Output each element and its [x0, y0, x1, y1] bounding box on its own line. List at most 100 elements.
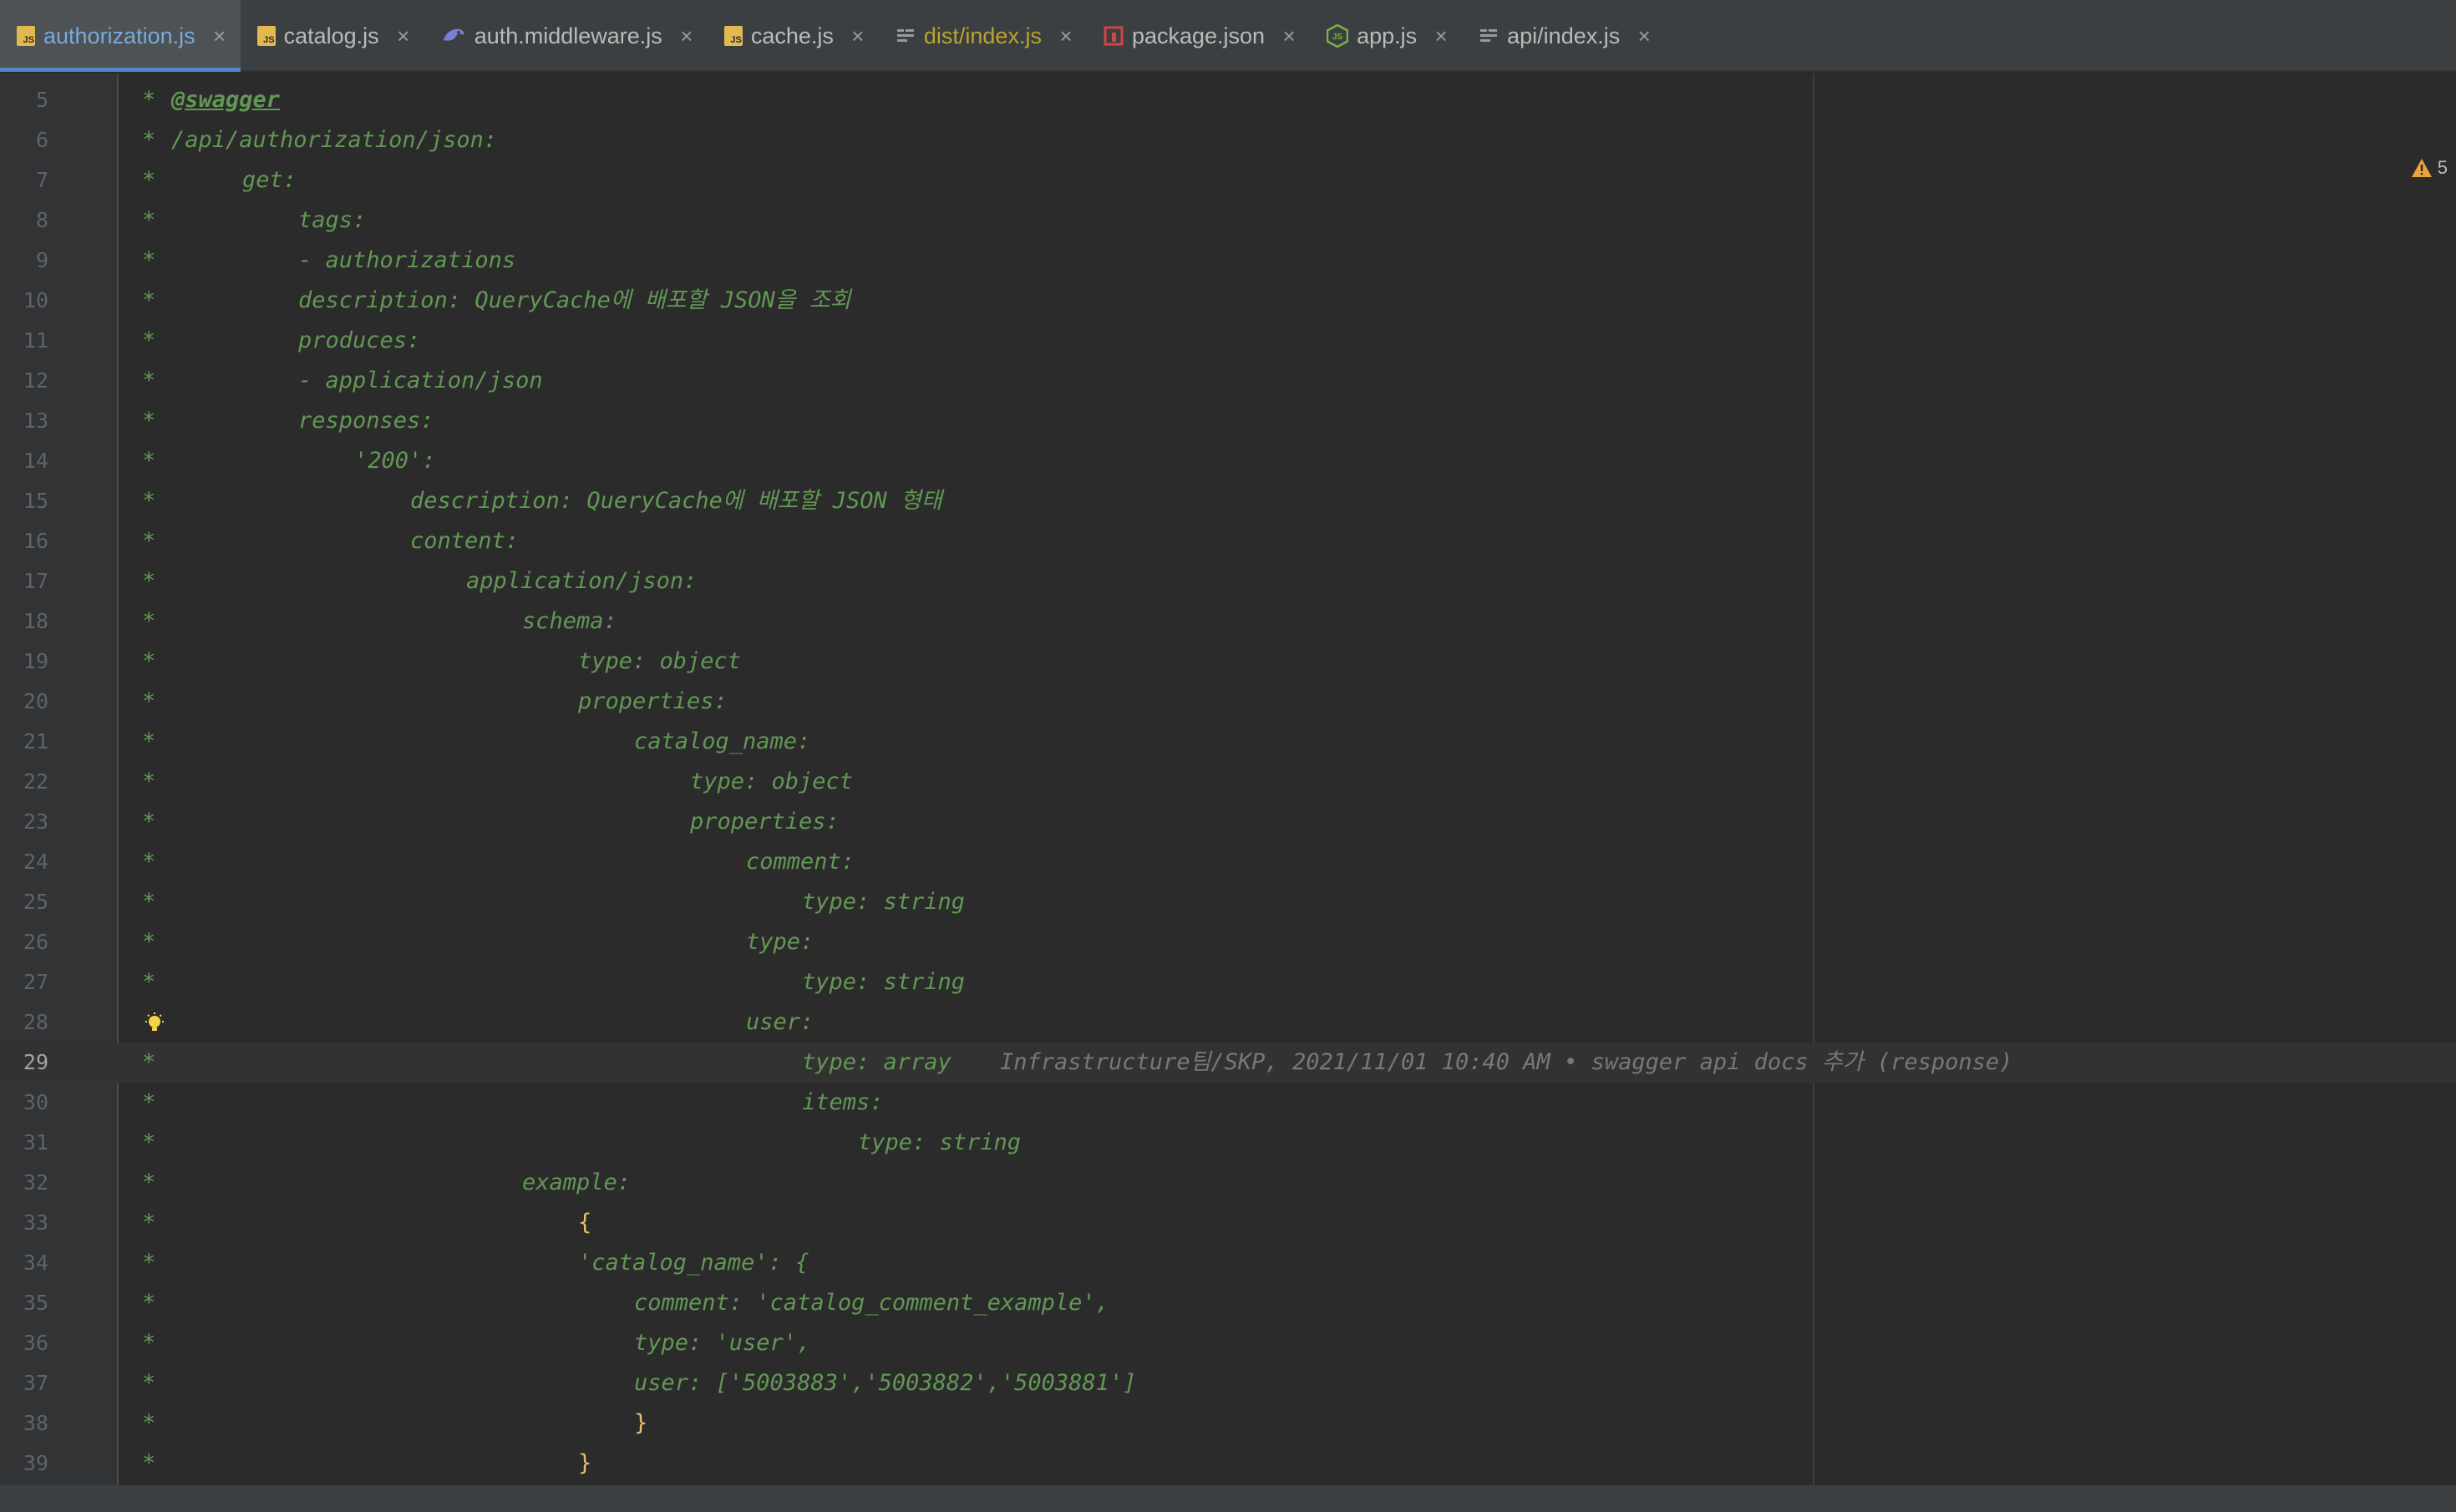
- code-line[interactable]: 11 * produces:: [0, 321, 2456, 361]
- comment-star: *: [142, 648, 156, 674]
- tab-package-json[interactable]: package.json ×: [1087, 0, 1310, 72]
- comment-star: *: [142, 728, 156, 754]
- close-icon[interactable]: ×: [677, 23, 696, 49]
- code-line[interactable]: 26 * type:: [0, 922, 2456, 962]
- code-line[interactable]: 14 * '200':: [0, 441, 2456, 481]
- lightbulb-icon[interactable]: [144, 1012, 165, 1034]
- code-line[interactable]: 10 * description: QueryCache에 배포할 JSON을 …: [0, 281, 2456, 321]
- comment-star: *: [142, 1330, 156, 1356]
- code-text: properties:: [578, 688, 728, 714]
- code-text: get:: [242, 167, 297, 193]
- comment-star: *: [142, 127, 156, 153]
- editor-tab-bar: JS authorization.js × JS catalog.js × au…: [0, 0, 2456, 72]
- comment-star: *: [142, 809, 156, 835]
- code-line[interactable]: 28 user:: [0, 1002, 2456, 1043]
- comment-star: *: [142, 528, 156, 554]
- code-line[interactable]: 21 * catalog_name:: [0, 722, 2456, 762]
- line-number: 31: [23, 1130, 48, 1154]
- code-text: type:: [746, 929, 814, 955]
- code-text: application/json:: [466, 568, 698, 594]
- code-line[interactable]: 6 * /api/authorization/json:: [0, 120, 2456, 160]
- code-text: produces:: [298, 327, 421, 353]
- comment-star: *: [142, 1089, 156, 1115]
- comment-star: *: [142, 247, 156, 273]
- code-line[interactable]: 32 * example:: [0, 1163, 2456, 1203]
- code-line[interactable]: 20 * properties:: [0, 682, 2456, 722]
- close-icon[interactable]: ×: [1432, 23, 1450, 49]
- code-line[interactable]: 33 * {: [0, 1203, 2456, 1243]
- code-text: catalog_name:: [634, 728, 811, 754]
- code-line[interactable]: 15 * description: QueryCache에 배포할 JSON 형…: [0, 481, 2456, 521]
- comment-star: *: [142, 688, 156, 714]
- code-line[interactable]: 19 * type: object: [0, 642, 2456, 682]
- code-text: responses:: [298, 408, 434, 434]
- code-text: user: ['5003883','5003882','5003881']: [634, 1370, 1137, 1396]
- tab-dist-index-js[interactable]: dist/index.js ×: [879, 0, 1087, 72]
- code-text: type: object: [690, 769, 854, 794]
- close-icon[interactable]: ×: [849, 23, 867, 49]
- tab-label: authorization.js: [43, 23, 195, 48]
- line-number: 25: [23, 890, 48, 914]
- code-line[interactable]: 31 * type: string: [0, 1123, 2456, 1163]
- tab-label: catalog.js: [283, 23, 379, 48]
- code-editor[interactable]: 5 * @swagger 6 * /api/authorization/json…: [0, 74, 2456, 1485]
- tab-label: dist/index.js: [923, 23, 1042, 48]
- code-text: - application/json: [298, 368, 543, 393]
- tab-app-js[interactable]: JS app.js ×: [1310, 0, 1462, 72]
- code-text: {: [578, 1210, 592, 1235]
- code-line[interactable]: 7 * get:: [0, 160, 2456, 200]
- git-blame-annotation[interactable]: Infrastructure팀/SKP, 2021/11/01 10:40 AM…: [1000, 1043, 2012, 1083]
- code-line[interactable]: 18 * schema:: [0, 601, 2456, 642]
- code-line[interactable]: 25 * type: string: [0, 882, 2456, 922]
- code-text: }: [634, 1410, 648, 1436]
- code-line[interactable]: 30 * items:: [0, 1083, 2456, 1123]
- code-line-current[interactable]: 29 * type: array Infrastructure팀/SKP, 20…: [0, 1043, 2456, 1083]
- tab-catalog-js[interactable]: JS catalog.js ×: [241, 0, 424, 72]
- code-line[interactable]: 37 * user: ['5003883','5003882','5003881…: [0, 1363, 2456, 1403]
- code-line[interactable]: 36 * type: 'user',: [0, 1323, 2456, 1363]
- code-line[interactable]: 9 * - authorizations: [0, 241, 2456, 281]
- tab-api-index-js[interactable]: api/index.js ×: [1462, 0, 1665, 72]
- close-icon[interactable]: ×: [1280, 23, 1298, 49]
- comment-star: *: [142, 448, 156, 474]
- npm-icon: [1104, 26, 1124, 46]
- line-number: 27: [23, 970, 48, 994]
- code-line[interactable]: 23 * properties:: [0, 802, 2456, 842]
- close-icon[interactable]: ×: [394, 23, 413, 49]
- code-line[interactable]: 38 * }: [0, 1403, 2456, 1444]
- code-line[interactable]: 22 * type: object: [0, 762, 2456, 802]
- code-line[interactable]: 39 * }: [0, 1444, 2456, 1484]
- line-number: 18: [23, 609, 48, 633]
- code-text: type: 'user',: [634, 1330, 811, 1356]
- inspection-warnings[interactable]: 5: [2411, 157, 2448, 179]
- line-number: 35: [23, 1291, 48, 1315]
- code-line[interactable]: 13 * responses:: [0, 401, 2456, 441]
- code-line[interactable]: 24 * comment:: [0, 842, 2456, 882]
- code-line[interactable]: 34 * 'catalog_name': {: [0, 1243, 2456, 1283]
- compiled-file-icon: [1479, 26, 1499, 46]
- close-icon[interactable]: ×: [1635, 23, 1653, 49]
- code-line[interactable]: 17 * application/json:: [0, 561, 2456, 601]
- code-text: type: array: [802, 1049, 951, 1075]
- line-number: 23: [23, 809, 48, 834]
- tab-label: api/index.js: [1507, 23, 1621, 48]
- tab-cache-js[interactable]: JS cache.js ×: [708, 0, 879, 72]
- line-number: 29: [23, 1050, 48, 1074]
- close-icon[interactable]: ×: [211, 23, 229, 49]
- code-line[interactable]: 27 * type: string: [0, 962, 2456, 1002]
- code-line[interactable]: 16 * content:: [0, 521, 2456, 561]
- line-number: 6: [35, 128, 48, 152]
- close-icon[interactable]: ×: [1057, 23, 1075, 49]
- code-line[interactable]: 35 * comment: 'catalog_comment_example',: [0, 1283, 2456, 1323]
- tab-authorization-js[interactable]: JS authorization.js ×: [0, 0, 241, 72]
- code-text: @swagger: [171, 87, 281, 113]
- code-text: comment: 'catalog_comment_example',: [634, 1290, 1109, 1316]
- code-line[interactable]: 5 * @swagger: [0, 80, 2456, 120]
- js-file-icon: JS: [256, 26, 276, 46]
- js-file-icon: JS: [17, 26, 35, 46]
- code-line[interactable]: 12 * - application/json: [0, 361, 2456, 401]
- code-line[interactable]: 8 * tags:: [0, 200, 2456, 241]
- line-number: 28: [23, 1010, 48, 1034]
- tab-auth-middleware-js[interactable]: auth.middleware.js ×: [424, 0, 708, 72]
- comment-star: *: [142, 327, 156, 353]
